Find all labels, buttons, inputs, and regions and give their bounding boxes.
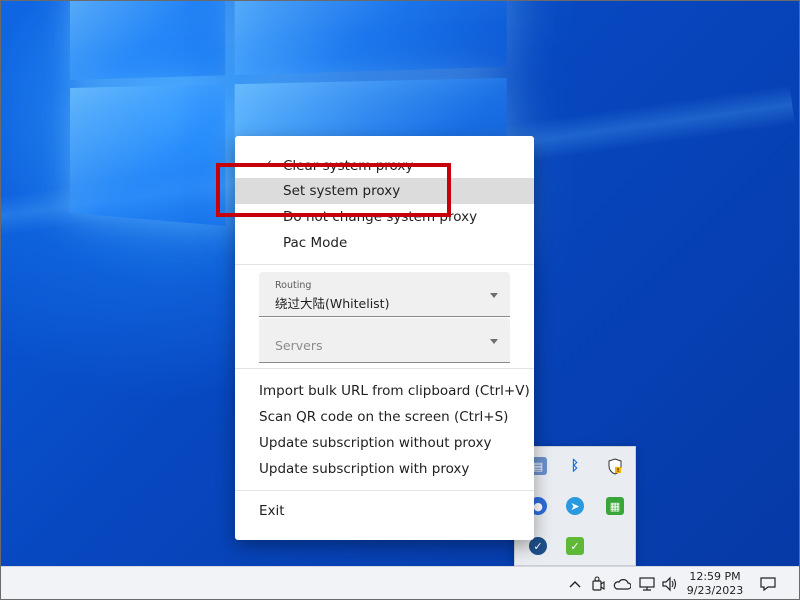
green-check-app-icon[interactable]: ✓: [566, 537, 584, 555]
windows-security-icon[interactable]: !: [606, 457, 624, 475]
menu-item-pac-mode[interactable]: Pac Mode: [235, 230, 534, 256]
taskbar: 12:59 PM 9/23/2023: [0, 566, 800, 600]
menu-divider: [235, 490, 534, 491]
menu-item-import-bulk-url[interactable]: Import bulk URL from clipboard (Ctrl+V): [235, 378, 534, 404]
routing-value: 绕过大陆(Whitelist): [275, 296, 390, 311]
menu-item-set-system-proxy[interactable]: Set system proxy: [235, 178, 534, 204]
system-clock[interactable]: 12:59 PM 9/23/2023: [682, 570, 748, 598]
menu-item-label: Pac Mode: [283, 235, 348, 251]
bluetooth-icon[interactable]: ᛒ: [566, 457, 584, 475]
menu-item-update-subscription-with-proxy[interactable]: Update subscription with proxy: [235, 456, 534, 482]
clock-time: 12:59 PM: [689, 570, 741, 583]
logo-pane: [70, 0, 226, 80]
volume-icon[interactable]: [661, 575, 679, 593]
menu-item-label: Import bulk URL from clipboard (Ctrl+V): [259, 383, 530, 399]
meet-now-icon[interactable]: [590, 575, 606, 593]
menu-item-label: Set system proxy: [283, 183, 401, 199]
menu-item-update-subscription-without-proxy[interactable]: Update subscription without proxy: [235, 430, 534, 456]
servers-dropdown[interactable]: Servers: [259, 318, 510, 363]
menu-item-label: Update subscription with proxy: [259, 461, 470, 477]
action-center-icon[interactable]: [758, 575, 778, 593]
menu-item-label: Scan QR code on the screen (Ctrl+S): [259, 409, 509, 425]
menu-item-label: Do not change system proxy: [283, 209, 478, 225]
show-hidden-icons-chevron-icon[interactable]: [568, 575, 582, 593]
dropdown-arrow-icon: [490, 339, 498, 344]
menu-item-label: Clear system proxy: [283, 158, 414, 174]
checkmark-icon: ✓: [263, 157, 274, 171]
menu-item-clear-system-proxy[interactable]: ✓ Clear system proxy: [235, 153, 534, 179]
menu-divider: [235, 264, 534, 265]
tray-context-menu: ✓ Clear system proxy Set system proxy Do…: [235, 136, 534, 540]
telegram-icon[interactable]: ➤: [566, 497, 584, 515]
onedrive-icon[interactable]: [613, 575, 631, 593]
dropdown-arrow-icon: [490, 293, 498, 298]
menu-item-label: Update subscription without proxy: [259, 435, 492, 451]
green-grid-app-icon[interactable]: ▦: [606, 497, 624, 515]
routing-dropdown[interactable]: Routing 绕过大陆(Whitelist): [259, 272, 510, 317]
menu-divider: [235, 368, 534, 369]
logo-pane: [70, 84, 226, 227]
network-icon[interactable]: [638, 575, 656, 593]
menu-item-label: Exit: [259, 503, 285, 519]
menu-item-scan-qr-code[interactable]: Scan QR code on the screen (Ctrl+S): [235, 404, 534, 430]
menu-item-exit[interactable]: Exit: [235, 498, 534, 524]
logo-pane: [234, 0, 507, 76]
svg-text:!: !: [617, 468, 619, 474]
clock-date: 9/23/2023: [686, 584, 744, 597]
routing-label: Routing: [275, 280, 312, 291]
servers-placeholder: Servers: [275, 338, 323, 353]
menu-item-do-not-change-system-proxy[interactable]: Do not change system proxy: [235, 204, 534, 230]
